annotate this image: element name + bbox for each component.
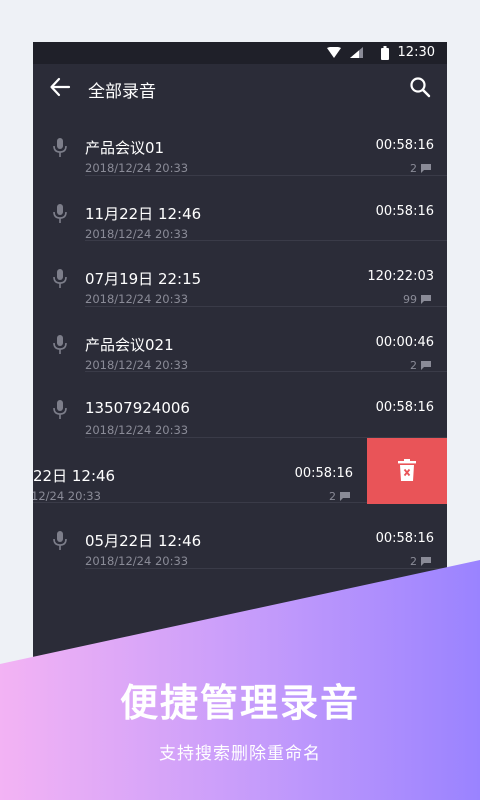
comment-count-value: 2 [410,358,417,372]
list-item-swiped[interactable]: 22日 12:46 12/24 20:33 00:58:16 2 [33,437,447,504]
comment-count: 2 [329,490,350,503]
list-item[interactable]: 07月19日 22:15 2018/12/24 20:33 120:22:03 … [33,241,447,307]
promo-headline: 便捷管理录音 [119,681,360,725]
microphone-icon [53,531,67,550]
recording-duration: 00:58:16 [375,203,434,219]
comment-count-value: 2 [329,489,336,503]
wifi-icon [327,47,341,58]
delete-button[interactable] [367,437,447,504]
page-title: 全部录音 [88,82,156,102]
recording-name: 05月22日 12:46 [85,532,202,550]
recording-duration: 00:00:46 [375,334,434,350]
list-item[interactable]: 05月22日 12:46 2018/12/24 20:33 00:58:16 2 [33,503,447,569]
comment-flag-icon [421,164,431,173]
comment-count: 2 [410,162,431,175]
comment-flag-icon [421,557,431,566]
divider [85,567,447,569]
recording-name: 22日 12:46 [33,466,116,485]
recording-date: 2018/12/24 20:33 [85,357,189,372]
recording-name: 13507924006 [85,399,190,417]
list-item[interactable]: 13507924006 2018/12/24 20:33 00:58:16 [33,372,447,438]
recording-list: 产品会议01 2018/12/24 20:33 00:58:16 2 11月22… [33,110,447,569]
recording-duration: 120:22:03 [367,269,434,284]
comment-count: 2 [410,359,431,372]
recording-date: 2018/12/24 20:33 [85,423,189,437]
comment-count: 2 [410,555,431,568]
comment-flag-icon [340,491,350,501]
arrow-left-icon[interactable] [49,76,71,98]
comment-count-value: 2 [410,555,417,568]
trash-icon [398,458,416,481]
signal-icon [350,47,363,58]
microphone-icon [53,269,67,288]
microphone-icon [53,203,67,223]
recording-name: 产品会议01 [85,139,165,157]
list-item[interactable]: 11月22日 12:46 2018/12/24 20:33 00:58:16 [33,176,447,241]
recording-date: 2018/12/24 20:33 [85,554,189,568]
recording-date: 12/24 20:33 [33,488,101,503]
list-item[interactable]: 产品会议021 2018/12/24 20:33 00:00:46 2 [33,307,447,372]
comment-flag-icon [421,360,431,370]
recording-duration: 00:58:16 [294,465,353,481]
recording-name: 11月22日 12:46 [85,204,202,223]
list-item[interactable]: 产品会议01 2018/12/24 20:33 00:58:16 2 [33,110,447,176]
recording-duration: 00:58:16 [375,531,434,546]
recording-duration: 00:58:16 [375,138,434,153]
recording-name: 07月19日 22:15 [85,270,202,288]
recording-name: 产品会议021 [85,335,174,354]
promo-subline: 支持搜索删除重命名 [159,744,321,764]
recording-date: 2018/12/24 20:33 [85,226,189,241]
comment-count-value: 99 [403,293,417,306]
search-icon[interactable] [409,76,431,98]
status-time: 12:30 [397,45,435,60]
microphone-icon [53,138,67,157]
status-bar: 12:30 [33,42,447,64]
recording-date: 2018/12/24 20:33 [85,161,189,175]
recording-date: 2018/12/24 20:33 [85,292,189,306]
microphone-icon [53,334,67,354]
recording-duration: 00:58:16 [375,400,434,415]
microphone-icon [53,400,67,419]
app-bar: 全部录音 [33,64,447,110]
comment-count: 99 [403,293,431,306]
battery-icon [381,46,389,60]
comment-count-value: 2 [410,162,417,175]
comment-flag-icon [421,295,431,304]
phone-screen: 12:30 全部录音 产品会议01 2018/12/24 20:33 00:58… [33,42,447,682]
